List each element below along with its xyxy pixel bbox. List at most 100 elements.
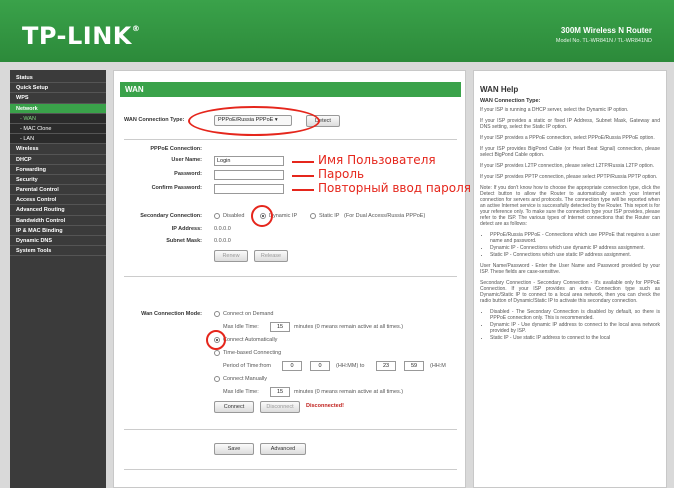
sidebar-item-access-control[interactable]: Access Control <box>10 195 106 206</box>
sidebar-item-system-tools[interactable]: System Tools <box>10 246 106 257</box>
help-list-item: Dynamic IP - Use dynamic IP address to c… <box>490 322 660 334</box>
help-paragraph: If your ISP is running a DHCP server, se… <box>480 107 629 113</box>
period-label: Period of Time:from <box>223 363 271 369</box>
sidebar-item-dynamic-dns[interactable]: Dynamic DNS <box>10 236 106 247</box>
help-list-item: Dynamic IP - Connections which use dynam… <box>490 245 660 251</box>
wan-type-label: WAN Connection Type: <box>124 117 185 123</box>
max-idle-input[interactable]: 15 <box>270 322 290 332</box>
annotation-circle-auto <box>206 330 226 350</box>
advanced-button[interactable]: Advanced <box>260 443 306 455</box>
help-paragraph: If your ISP provides BigPond Cable (or H… <box>480 146 660 158</box>
connect-button[interactable]: Connect <box>214 401 254 413</box>
max-idle-label-manual: Max Idle Time: <box>223 389 259 395</box>
sidebar-item-advanced-routing[interactable]: Advanced Routing <box>10 205 106 216</box>
sidebar-item-wireless[interactable]: Wireless <box>10 144 106 155</box>
sidebar-item-security[interactable]: Security <box>10 175 106 186</box>
sidebar-item-ip-mac-binding[interactable]: IP & MAC Binding <box>10 226 106 236</box>
period-to-minute-input[interactable]: 59 <box>404 361 424 371</box>
help-list-item: Disabled - The Secondary Connection is d… <box>490 309 660 321</box>
tp-link-logo: TP-LINK® <box>22 22 141 50</box>
username-input[interactable]: Login <box>214 156 284 166</box>
annotation-circle-dynamic-ip <box>251 205 273 227</box>
period-from-hour-input[interactable]: 0 <box>282 361 302 371</box>
help-paragraph: If your ISP provides a static or fixed I… <box>480 118 660 130</box>
renew-button[interactable]: Renew <box>214 250 248 262</box>
secondary-static-ip-radio[interactable] <box>310 213 316 219</box>
max-idle-input-manual[interactable]: 15 <box>270 387 290 397</box>
sidebar-item-parental-control[interactable]: Parental Control <box>10 185 106 196</box>
help-list-item: Static IP - Connections which use static… <box>490 252 660 258</box>
page-title: WAN <box>120 82 461 97</box>
max-idle-note: minutes (0 means remain active at all ti… <box>294 324 404 330</box>
help-list-item: PPPoE/Russia PPPoE - Connections which u… <box>490 232 660 244</box>
divider <box>124 139 457 140</box>
save-button[interactable]: Save <box>214 443 254 455</box>
period-from-minute-input[interactable]: 0 <box>310 361 330 371</box>
product-title: 300M Wireless N Router <box>560 26 652 35</box>
disconnect-button[interactable]: Disconnect <box>260 401 300 413</box>
sidebar-item-status[interactable]: Status <box>10 73 106 84</box>
sidebar-item-forwarding[interactable]: Forwarding <box>10 165 106 175</box>
period-unit-label: (HH:M <box>430 363 446 369</box>
divider <box>124 276 457 277</box>
help-paragraph: Secondary Connection - Secondary Connect… <box>480 280 660 304</box>
secondary-dynamic-ip-label: Dynamic IP <box>269 213 298 219</box>
divider <box>124 429 457 430</box>
pppoe-connection-label: PPPoE Connection: <box>150 146 202 152</box>
subnet-mask-value: 0.0.0.0 <box>214 238 231 244</box>
annotation-confirm: Повторный ввод пароля <box>318 181 471 195</box>
annotation-line-password <box>292 175 314 177</box>
mode-auto-label: Connect Automatically <box>223 337 278 343</box>
model-number: Model No. TL-WR841N / TL-WR841ND <box>555 38 652 44</box>
secondary-static-ip-label: Static IP <box>319 213 340 219</box>
subnet-mask-label: Subnet Mask: <box>166 238 202 244</box>
annotation-circle-wan-type <box>188 106 320 136</box>
secondary-disabled-radio[interactable] <box>214 213 220 219</box>
ip-address-label: IP Address: <box>171 226 202 232</box>
sidebar-item-lan[interactable]: - LAN <box>10 134 106 145</box>
password-input[interactable] <box>214 170 284 180</box>
confirm-password-label: Confirm Password: <box>151 185 202 191</box>
password-label: Password: <box>174 171 202 177</box>
period-to-label: (HH:MM) to <box>336 363 365 369</box>
help-panel: WAN Help WAN Connection Type: If your IS… <box>473 70 667 488</box>
ip-address-value: 0.0.0.0 <box>214 226 231 232</box>
sidebar-item-wan[interactable]: - WAN <box>10 113 106 124</box>
help-paragraph: Note: If you don't know how to choose th… <box>480 185 660 227</box>
header-bar: TP-LINK® 300M Wireless N Router Model No… <box>0 0 674 62</box>
sidebar-item-wps[interactable]: WPS <box>10 93 106 104</box>
annotation-username: Имя Пользователя <box>318 153 436 167</box>
mode-on-demand-label: Connect on Demand <box>223 311 274 317</box>
username-label: User Name: <box>171 157 202 163</box>
connection-status: Disconnected! <box>306 403 344 409</box>
secondary-connection-label: Secondary Connection: <box>140 213 202 219</box>
sidebar-item-bandwidth-control[interactable]: Bandwidth Control <box>10 216 106 226</box>
secondary-note: (For Dual Access/Russia PPPoE) <box>344 213 426 219</box>
help-subtitle: WAN Connection Type: <box>480 98 541 104</box>
help-list: Disabled - The Secondary Connection is d… <box>490 309 660 341</box>
sidebar-menu: Status Quick Setup WPS Network - WAN - M… <box>10 70 106 488</box>
mode-time-based-radio[interactable] <box>214 350 220 356</box>
sidebar-item-network[interactable]: Network <box>10 103 106 114</box>
wan-connection-mode-label: Wan Connection Mode: <box>141 311 202 317</box>
help-paragraph: If your ISP provides a PPPoE connection,… <box>480 135 655 141</box>
confirm-password-input[interactable] <box>214 184 284 194</box>
help-title: WAN Help <box>480 85 519 94</box>
sidebar-item-dhcp[interactable]: DHCP <box>10 155 106 165</box>
mode-on-demand-radio[interactable] <box>214 311 220 317</box>
help-list: PPPoE/Russia PPPoE - Connections which u… <box>490 232 660 258</box>
secondary-disabled-label: Disabled <box>223 213 245 219</box>
help-list-item: Static IP - Use static IP address to con… <box>490 335 660 341</box>
max-idle-label: Max Idle Time: <box>223 324 259 330</box>
annotation-line-username <box>292 161 314 163</box>
help-paragraph: If your ISP provides PPTP connection, pl… <box>480 174 658 180</box>
sidebar-item-mac-clone[interactable]: - MAC Clone <box>10 123 106 135</box>
annotation-line-confirm <box>292 189 314 191</box>
max-idle-note-manual: minutes (0 means remain active at all ti… <box>294 389 404 395</box>
divider <box>124 469 457 470</box>
release-button[interactable]: Release <box>254 250 288 262</box>
mode-manual-radio[interactable] <box>214 376 220 382</box>
main-panel: WAN WAN Connection Type: PPPoE/Russia PP… <box>113 70 471 488</box>
period-to-hour-input[interactable]: 23 <box>376 361 396 371</box>
sidebar-item-quick-setup[interactable]: Quick Setup <box>10 83 106 94</box>
